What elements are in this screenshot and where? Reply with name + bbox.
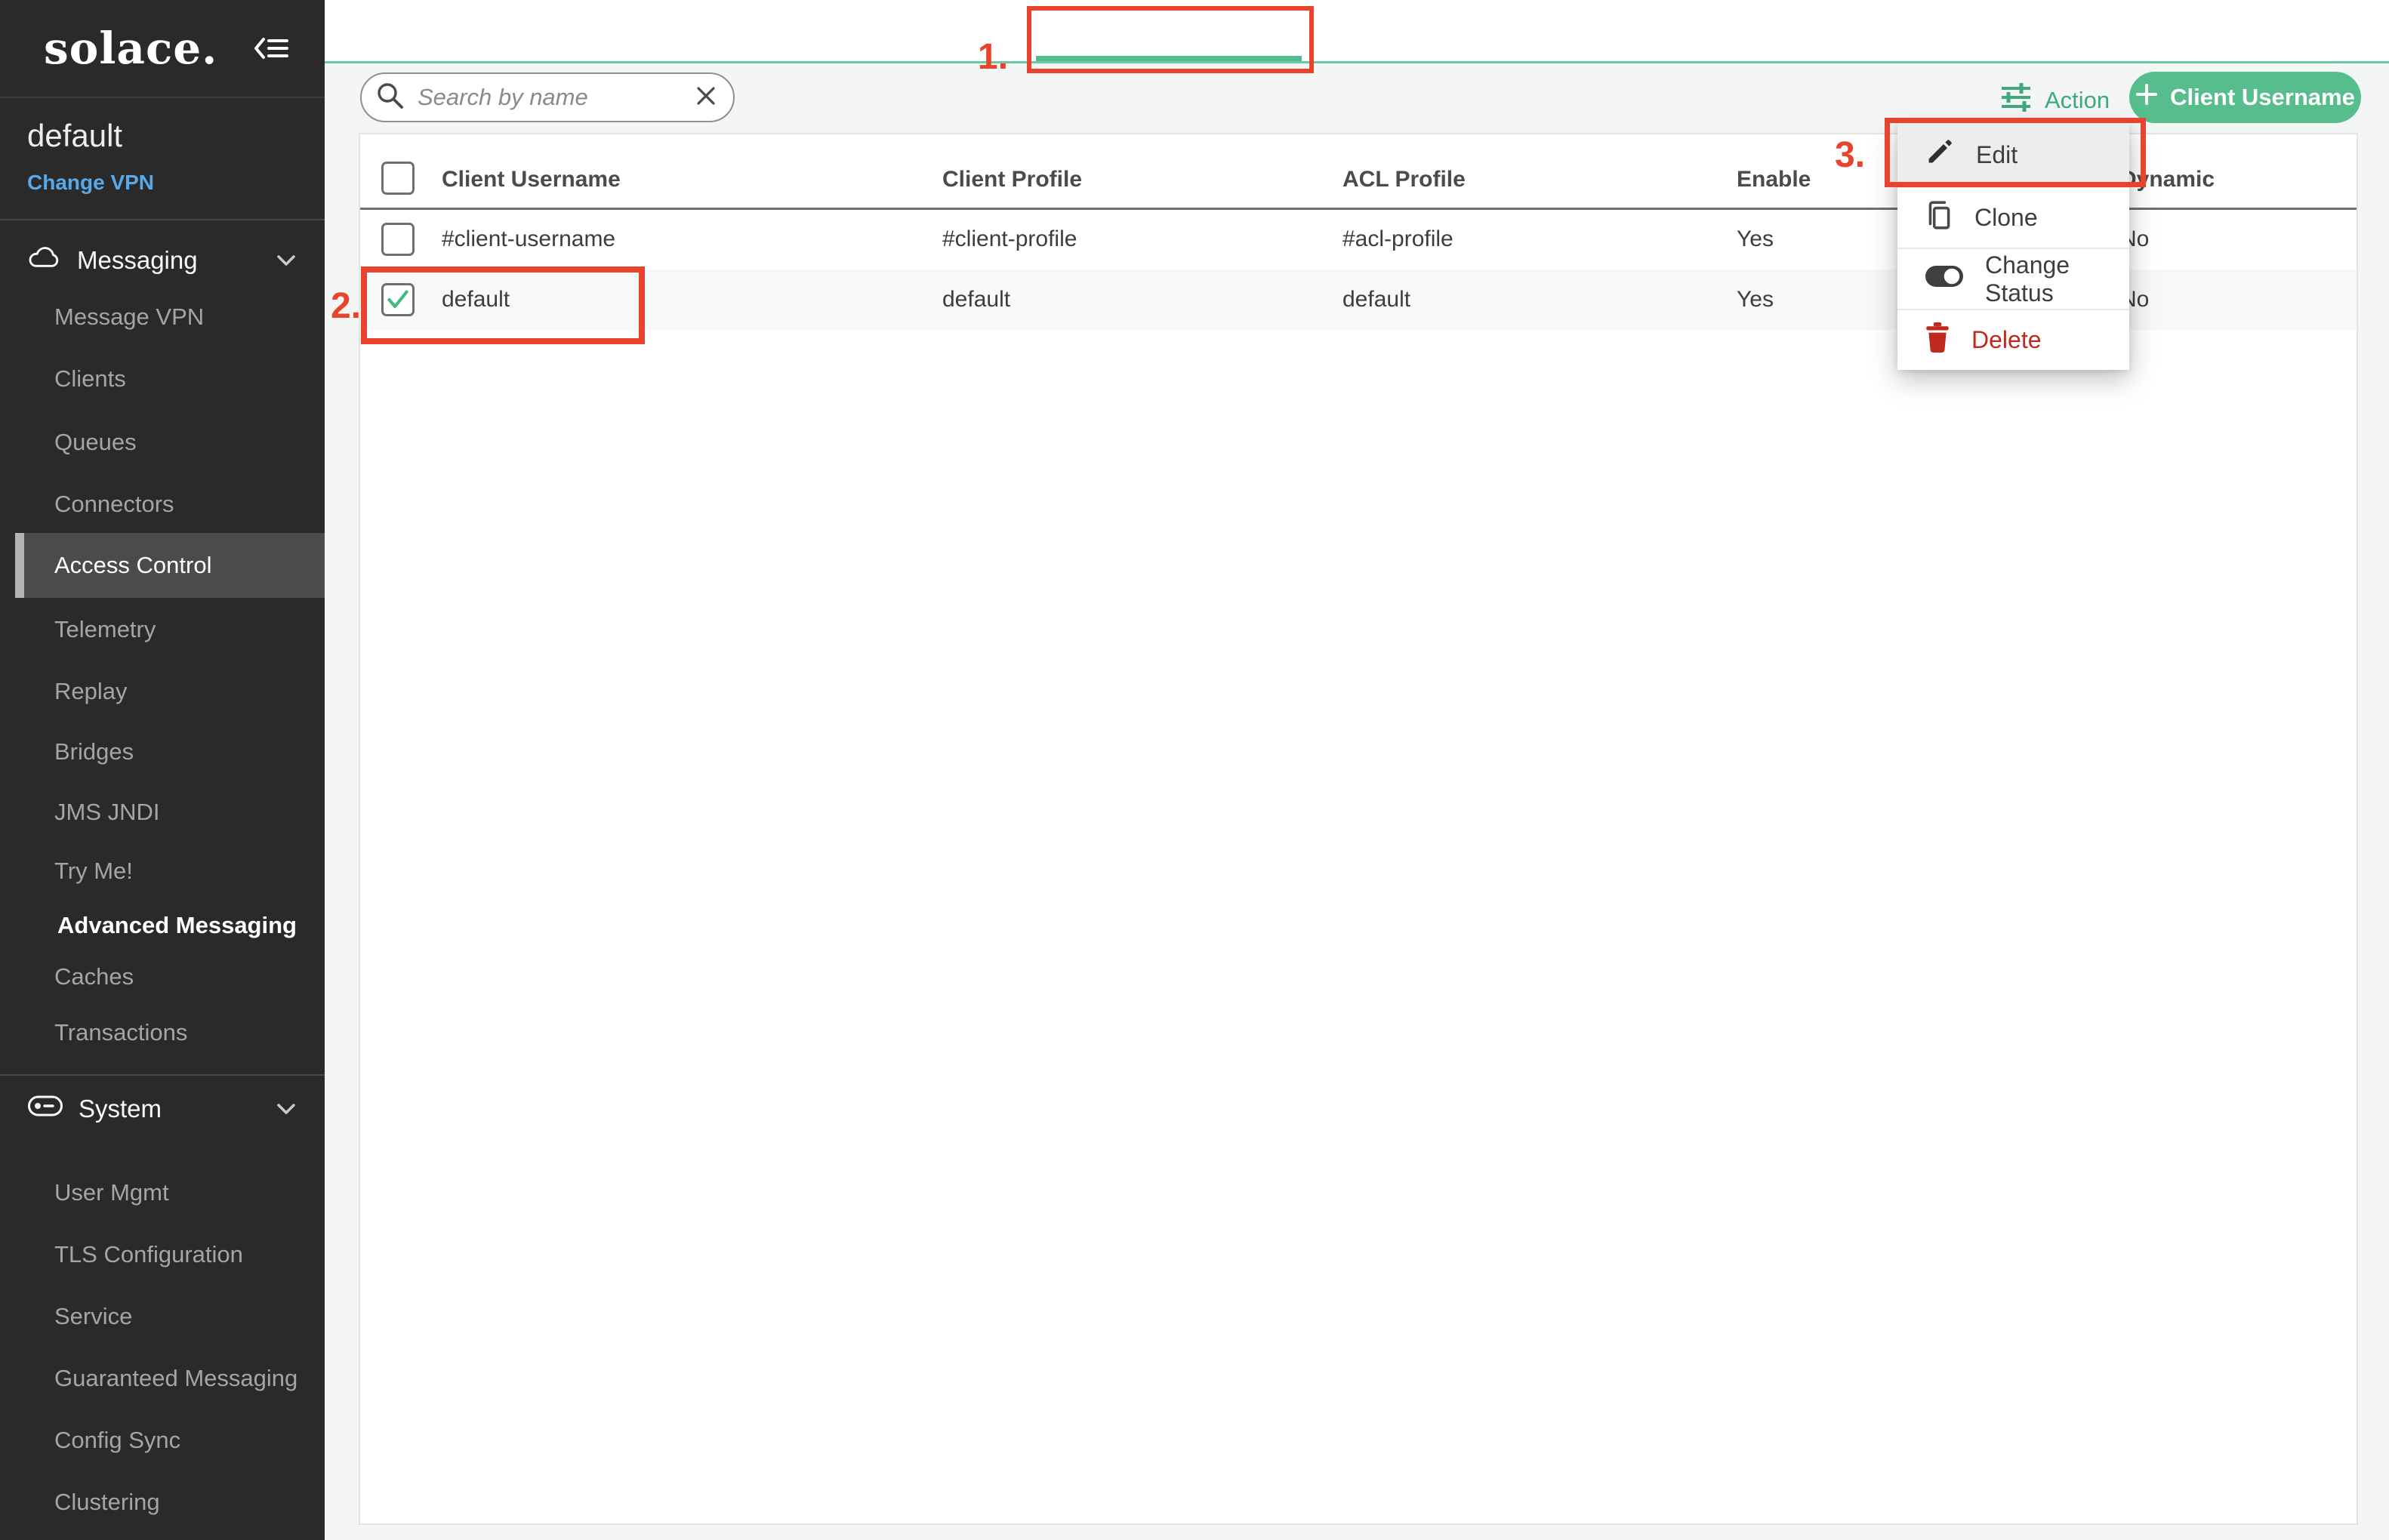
sidebar-item-user-mgmt[interactable]: User Mgmt xyxy=(54,1178,169,1207)
sidebar-item-bridges[interactable]: Bridges xyxy=(54,738,134,766)
chevron-down-icon[interactable] xyxy=(276,1102,296,1116)
chevron-down-icon[interactable] xyxy=(276,254,296,267)
column-header-enable[interactable]: Enable xyxy=(1737,167,1811,192)
action-dropdown-menu: Edit Clone Change Status Delete xyxy=(1897,123,2129,370)
sidebar-item-caches[interactable]: Caches xyxy=(54,962,134,991)
column-header-client-username[interactable]: Client Username xyxy=(442,167,621,192)
collapse-sidebar-icon[interactable] xyxy=(252,33,290,63)
cloud-icon xyxy=(27,245,62,276)
sidebar-item-config-sync[interactable]: Config Sync xyxy=(54,1426,180,1455)
menu-item-change-status[interactable]: Change Status xyxy=(1897,248,2129,309)
pencil-icon xyxy=(1925,137,1955,173)
active-tab-indicator xyxy=(1036,56,1302,61)
current-vpn-name: default xyxy=(27,118,122,154)
sidebar-item-try-me[interactable]: Try Me! xyxy=(54,857,133,886)
cell-enable: Yes xyxy=(1737,226,1774,252)
selected-indicator-bar xyxy=(15,533,24,598)
sidebar-section-label: System xyxy=(79,1095,162,1123)
column-header-acl-profile[interactable]: ACL Profile xyxy=(1342,167,1466,192)
search-icon xyxy=(375,81,405,115)
sidebar: solace. default Change VPN Messaging Mes… xyxy=(0,0,325,1540)
cell-client-username: #client-username xyxy=(442,226,615,252)
menu-item-label: Edit xyxy=(1976,141,2018,169)
system-icon xyxy=(27,1095,63,1123)
sidebar-item-access-control[interactable]: Access Control xyxy=(15,533,325,598)
divider xyxy=(0,1074,325,1076)
top-tab-bar xyxy=(325,0,2389,63)
cell-enable: Yes xyxy=(1737,287,1774,313)
column-header-dynamic[interactable]: Dynamic xyxy=(2120,167,2215,192)
sidebar-item-transactions[interactable]: Transactions xyxy=(54,1018,187,1047)
sidebar-item-queues[interactable]: Queues xyxy=(54,428,137,457)
select-all-checkbox[interactable] xyxy=(381,162,415,195)
clone-icon xyxy=(1925,199,1953,237)
menu-item-clone[interactable]: Clone xyxy=(1897,186,2129,248)
cell-acl-profile: #acl-profile xyxy=(1342,226,1453,252)
divider xyxy=(0,219,325,220)
search-bar[interactable] xyxy=(360,72,735,122)
sidebar-section-system[interactable]: System xyxy=(27,1092,162,1126)
cell-acl-profile: default xyxy=(1342,287,1410,313)
sliders-icon xyxy=(1999,81,2033,120)
cell-client-username: default xyxy=(442,287,510,313)
annotation-number-step2: 2. xyxy=(331,285,361,327)
action-button-label: Action xyxy=(2045,87,2110,114)
trash-icon xyxy=(1925,322,1950,359)
row-checkbox-checked[interactable] xyxy=(381,283,415,316)
sidebar-item-clients[interactable]: Clients xyxy=(54,365,126,393)
sidebar-item-advanced-messaging[interactable]: Advanced Messaging xyxy=(57,911,297,940)
sidebar-item-guaranteed-messaging[interactable]: Guaranteed Messaging xyxy=(54,1364,297,1393)
sidebar-item-jms-jndi[interactable]: JMS JNDI xyxy=(54,798,160,827)
solace-logo: solace. xyxy=(44,23,217,74)
sidebar-item-label: Access Control xyxy=(54,552,211,579)
sidebar-item-clustering[interactable]: Clustering xyxy=(54,1488,160,1517)
sidebar-item-message-vpn[interactable]: Message VPN xyxy=(54,303,204,331)
search-input[interactable] xyxy=(418,84,682,111)
sidebar-section-label: Messaging xyxy=(77,246,198,275)
sidebar-item-telemetry[interactable]: Telemetry xyxy=(54,615,156,644)
action-button[interactable]: Action xyxy=(1999,82,2110,119)
plus-icon xyxy=(2135,83,2158,112)
sidebar-item-tls-configuration[interactable]: TLS Configuration xyxy=(54,1240,243,1269)
sidebar-item-replay[interactable]: Replay xyxy=(54,677,128,706)
clear-search-icon[interactable] xyxy=(694,84,718,112)
row-checkbox[interactable] xyxy=(381,223,415,256)
add-button-label: Client Username xyxy=(2170,84,2355,111)
menu-item-label: Delete xyxy=(1971,326,2042,354)
menu-item-label: Clone xyxy=(1974,204,2038,232)
toggle-icon xyxy=(1925,264,1964,294)
sidebar-section-messaging[interactable]: Messaging xyxy=(27,244,198,277)
sidebar-item-connectors[interactable]: Connectors xyxy=(54,490,174,519)
add-client-username-button[interactable]: Client Username xyxy=(2129,72,2361,123)
column-header-client-profile[interactable]: Client Profile xyxy=(942,167,1082,192)
divider xyxy=(0,97,325,98)
cell-client-profile: default xyxy=(942,287,1010,313)
menu-item-label: Change Status xyxy=(1985,251,2129,307)
change-vpn-link[interactable]: Change VPN xyxy=(27,171,154,195)
sidebar-item-service[interactable]: Service xyxy=(54,1302,132,1331)
menu-item-delete[interactable]: Delete xyxy=(1897,309,2129,370)
menu-item-edit[interactable]: Edit xyxy=(1897,123,2129,186)
tab-bar-underline xyxy=(325,61,2389,63)
cell-client-profile: #client-profile xyxy=(942,226,1077,252)
